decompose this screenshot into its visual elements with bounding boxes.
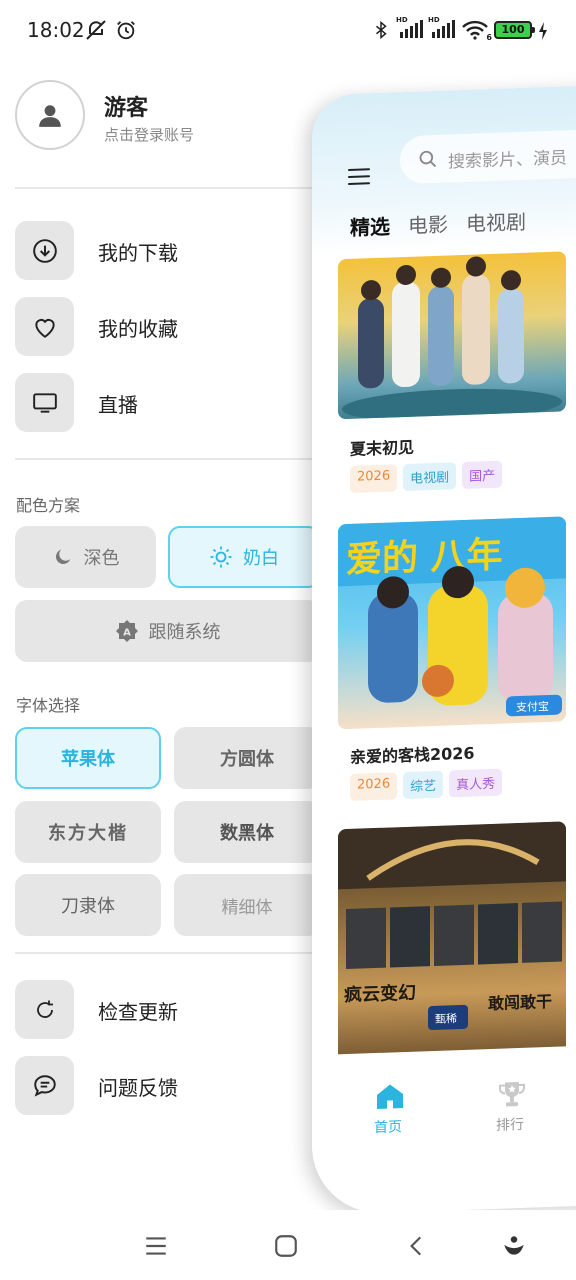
menu-label: 直播 bbox=[98, 393, 138, 417]
sun-icon bbox=[209, 545, 233, 569]
signal-1-icon: HD bbox=[396, 16, 424, 40]
status-time: 18:02 bbox=[27, 18, 85, 42]
poster-logo-text: 甄稀 bbox=[435, 1012, 457, 1026]
signal-2-icon: HD bbox=[428, 16, 456, 40]
nav-rank-label[interactable]: 排行 bbox=[496, 1114, 524, 1135]
recent-apps-icon[interactable] bbox=[143, 1233, 169, 1259]
menu-item-feedback[interactable]: 问题反馈 bbox=[15, 1056, 315, 1116]
trophy-icon[interactable] bbox=[496, 1078, 528, 1111]
nav-home-label[interactable]: 首页 bbox=[374, 1116, 402, 1137]
poster-banner-text: 爱的 八年 bbox=[346, 535, 502, 581]
option-label: 东方大楷 bbox=[48, 823, 128, 844]
tag-year: 2026 bbox=[350, 464, 398, 493]
option-label: 苹果体 bbox=[61, 749, 115, 770]
divider bbox=[15, 187, 315, 189]
poster-image[interactable]: 疯云变幻 敢闯敢干 甄稀 bbox=[338, 821, 566, 1070]
back-icon[interactable] bbox=[404, 1233, 430, 1259]
font-section-label: 字体选择 bbox=[16, 696, 81, 715]
navigation-drawer: 游客 点击登录账号 我的下载 我的收藏 直播 配色方案 深色 奶白 A 跟随系统… bbox=[0, 60, 330, 1210]
preview-bottom-nav: 首页 排行 bbox=[312, 1044, 576, 1216]
mute-vibrate-icon bbox=[86, 20, 106, 40]
menu-item-downloads[interactable]: 我的下载 bbox=[15, 221, 315, 281]
option-label: 跟随系统 bbox=[148, 622, 221, 643]
tag-category: 综艺 bbox=[403, 770, 444, 800]
font-option-shuhei[interactable]: 数黑体 bbox=[174, 801, 320, 863]
menu-label: 我的收藏 bbox=[98, 317, 178, 341]
refresh-icon bbox=[15, 980, 74, 1039]
theme-cream-option[interactable]: 奶白 bbox=[168, 526, 320, 588]
theme-dark-option[interactable]: 深色 bbox=[15, 526, 156, 588]
theme-section-label: 配色方案 bbox=[16, 496, 81, 515]
tab-movies[interactable]: 电影 bbox=[408, 212, 448, 237]
login-hint[interactable]: 点击登录账号 bbox=[104, 124, 194, 145]
card-tags: 2026 综艺 真人秀 bbox=[350, 768, 508, 801]
alarm-icon bbox=[117, 21, 135, 40]
font-option-jingxi[interactable]: 精细体 bbox=[174, 874, 320, 936]
charging-icon bbox=[539, 22, 547, 40]
menu-label: 我的下载 bbox=[98, 241, 178, 265]
divider bbox=[15, 952, 315, 954]
profile-name[interactable]: 游客 bbox=[104, 90, 148, 122]
system-navigation-bar bbox=[0, 1210, 576, 1280]
font-option-dongfang[interactable]: 东方大楷 bbox=[15, 801, 161, 863]
tag-year: 2026 bbox=[350, 772, 398, 801]
divider bbox=[15, 458, 315, 460]
option-label: 奶白 bbox=[243, 548, 279, 569]
tag-genre: 真人秀 bbox=[449, 768, 503, 798]
theme-follow-system-option[interactable]: A 跟随系统 bbox=[15, 600, 320, 662]
bluetooth-icon bbox=[376, 20, 387, 40]
option-label: 方圆体 bbox=[220, 749, 274, 770]
download-icon bbox=[15, 221, 74, 280]
avatar[interactable] bbox=[15, 80, 85, 150]
moon-icon bbox=[52, 546, 74, 568]
search-icon bbox=[419, 150, 437, 168]
main-page-preview[interactable]: 搜索影片、演员 精选电影电视剧 夏末初见 2026 电视剧 国产 爱的 八年 bbox=[312, 84, 576, 1216]
card-title[interactable]: 夏末初见 bbox=[350, 434, 414, 460]
font-option-daoli[interactable]: 刀隶体 bbox=[15, 874, 161, 936]
menu-item-live[interactable]: 直播 bbox=[15, 373, 315, 433]
heart-icon bbox=[15, 297, 74, 356]
poster-slogan-left: 疯云变幻 bbox=[344, 982, 416, 1007]
home-button-icon[interactable] bbox=[273, 1233, 299, 1259]
tab-featured[interactable]: 精选 bbox=[350, 215, 390, 240]
tab-tv-series[interactable]: 电视剧 bbox=[466, 210, 526, 236]
poster-badge-text: 支付宝 bbox=[516, 699, 549, 714]
card-title[interactable]: 亲爱的客栈2026 bbox=[350, 740, 475, 768]
search-input[interactable]: 搜索影片、演员 bbox=[400, 127, 576, 185]
tv-icon bbox=[15, 373, 74, 432]
tag-category: 电视剧 bbox=[403, 462, 457, 492]
wifi-icon: 6 bbox=[461, 18, 492, 42]
user-icon bbox=[39, 105, 61, 127]
chat-icon bbox=[15, 1056, 74, 1115]
assistant-icon[interactable] bbox=[501, 1233, 527, 1259]
menu-label: 检查更新 bbox=[98, 1000, 178, 1024]
home-icon[interactable] bbox=[374, 1080, 406, 1113]
menu-icon[interactable] bbox=[348, 168, 370, 190]
menu-item-favorites[interactable]: 我的收藏 bbox=[15, 297, 315, 357]
search-placeholder: 搜索影片、演员 bbox=[448, 148, 567, 173]
status-bar: 18:02 HD HD 6 100 bbox=[0, 0, 576, 60]
option-label: 数黑体 bbox=[220, 823, 274, 844]
svg-text:A: A bbox=[123, 628, 131, 639]
option-label: 精细体 bbox=[221, 897, 273, 918]
poster-slogan-right: 敢闯敢干 bbox=[488, 992, 552, 1013]
option-label: 刀隶体 bbox=[61, 896, 115, 917]
option-label: 深色 bbox=[83, 548, 120, 569]
font-option-fangyuan[interactable]: 方圆体 bbox=[174, 727, 320, 789]
poster-image[interactable]: 爱的 八年 支付宝 bbox=[338, 516, 566, 730]
battery-indicator: 100 bbox=[494, 21, 535, 39]
tag-region: 国产 bbox=[462, 460, 503, 489]
menu-item-check-update[interactable]: 检查更新 bbox=[15, 980, 315, 1040]
auto-theme-icon: A bbox=[115, 619, 139, 643]
card-tags: 2026 电视剧 国产 bbox=[350, 460, 508, 493]
poster-image[interactable] bbox=[338, 251, 566, 420]
font-option-pingfang[interactable]: 苹果体 bbox=[15, 727, 161, 789]
menu-label: 问题反馈 bbox=[98, 1076, 178, 1100]
